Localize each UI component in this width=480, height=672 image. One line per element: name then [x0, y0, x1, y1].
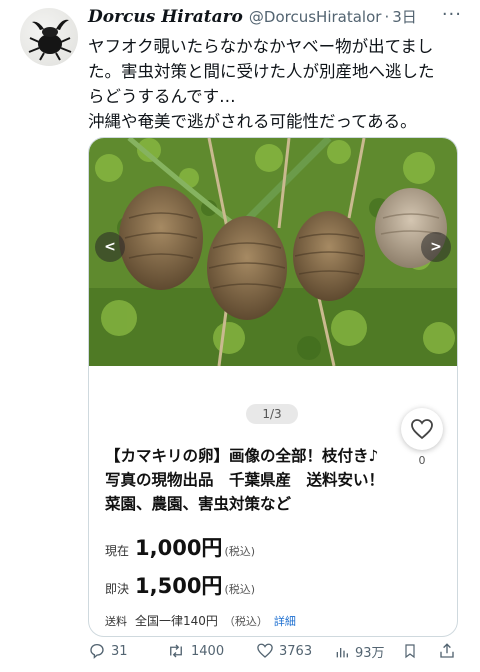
tweet-action-bar: 31 1400 3763 93万 — [88, 642, 468, 664]
listing-title-line: 【カマキリの卵】画像の全部！枝付き♪ — [105, 447, 379, 465]
buyout-price-label: 即決 — [105, 582, 130, 596]
current-price-value: 1,000円 — [135, 536, 223, 560]
tweet-time[interactable]: 3日 — [392, 6, 417, 27]
chevron-right-icon[interactable]: > — [421, 232, 451, 262]
share-button[interactable] — [438, 642, 461, 660]
listing-title[interactable]: 【カマキリの卵】画像の全部！枝付き♪ 写真の現物出品 千葉県産 送料安い！ 菜園… — [105, 444, 395, 516]
shipping-value: 全国一律140円 — [135, 614, 218, 628]
separator-dot: · — [384, 8, 390, 26]
image-counter: 1/3 — [246, 404, 298, 424]
retweet-button[interactable]: 1400 — [166, 642, 224, 660]
tweet-text-line: らどうするんです… — [88, 87, 236, 106]
buyout-price-row: 即決 1,500円 (税込) — [105, 570, 255, 600]
buyout-price-value: 1,500円 — [135, 574, 223, 598]
mantis-egg-cases-photo — [89, 138, 457, 366]
tweet-text-line: ヤフオク覗いたらなかなかヤベー物が出てまし — [88, 37, 434, 56]
heart-icon — [257, 643, 273, 658]
current-price-label: 現在 — [105, 544, 130, 558]
views-button[interactable]: 93万 — [334, 642, 385, 661]
listing-photo[interactable]: < > — [89, 138, 457, 366]
like-count: 3763 — [279, 643, 313, 659]
buyout-price-tax: (税込) — [224, 583, 256, 596]
shipping-details-link[interactable]: 詳細 — [274, 613, 296, 629]
reply-count: 31 — [111, 643, 128, 659]
avatar[interactable] — [20, 8, 78, 66]
current-price-tax: (税込) — [224, 545, 256, 558]
share-icon — [440, 643, 454, 658]
listing-title-line: 菜園、農園、害虫対策など — [105, 495, 292, 513]
user-handle[interactable]: @DorcusHiratalor — [249, 8, 382, 26]
like-listing-button[interactable] — [401, 408, 443, 450]
tweet-text-line: 沖縄や奄美で逃がされる可能性だってある。 — [88, 112, 417, 131]
display-name[interactable]: Dorcus Hirataro — [88, 7, 243, 27]
reply-icon — [90, 643, 104, 659]
tweet-header: Dorcus Hirataro @DorcusHiratalor · 3日 — [88, 6, 417, 32]
tweet-text: ヤフオク覗いたらなかなかヤベー物が出てまし た。害虫対策と間に受けた人が別産地へ… — [88, 34, 468, 134]
auction-listing-card[interactable]: < > 1/3 0 【カマキリの卵】画像の全部！枝付き♪ 写真の現物出品 千葉県… — [88, 137, 458, 637]
retweet-count: 1400 — [191, 643, 225, 659]
reply-button[interactable]: 31 — [88, 642, 128, 660]
like-button[interactable]: 3763 — [256, 642, 312, 660]
current-price-row: 現在 1,000円 (税込) — [105, 532, 255, 562]
retweet-icon — [170, 644, 182, 658]
listing-title-line: 写真の現物出品 千葉県産 送料安い！ — [105, 471, 385, 489]
shipping-label: 送料 — [105, 615, 127, 628]
beetle-avatar-icon — [28, 19, 72, 61]
shipping-row: 送料 全国一律140円 （税込） 詳細 — [105, 612, 296, 629]
views-bar-chart-icon — [336, 647, 348, 657]
view-count: 93万 — [355, 646, 385, 661]
shipping-tax: （税込） — [223, 615, 268, 628]
chevron-left-icon[interactable]: < — [95, 232, 125, 262]
bookmark-button[interactable] — [402, 642, 423, 660]
listing-like-count: 0 — [418, 454, 426, 467]
bookmark-icon — [405, 644, 415, 659]
more-horizontal-icon[interactable]: ··· — [442, 4, 462, 25]
heart-outline-icon — [411, 419, 433, 440]
tweet-text-line: た。害虫対策と間に受けた人が別産地へ逃した — [88, 62, 435, 81]
